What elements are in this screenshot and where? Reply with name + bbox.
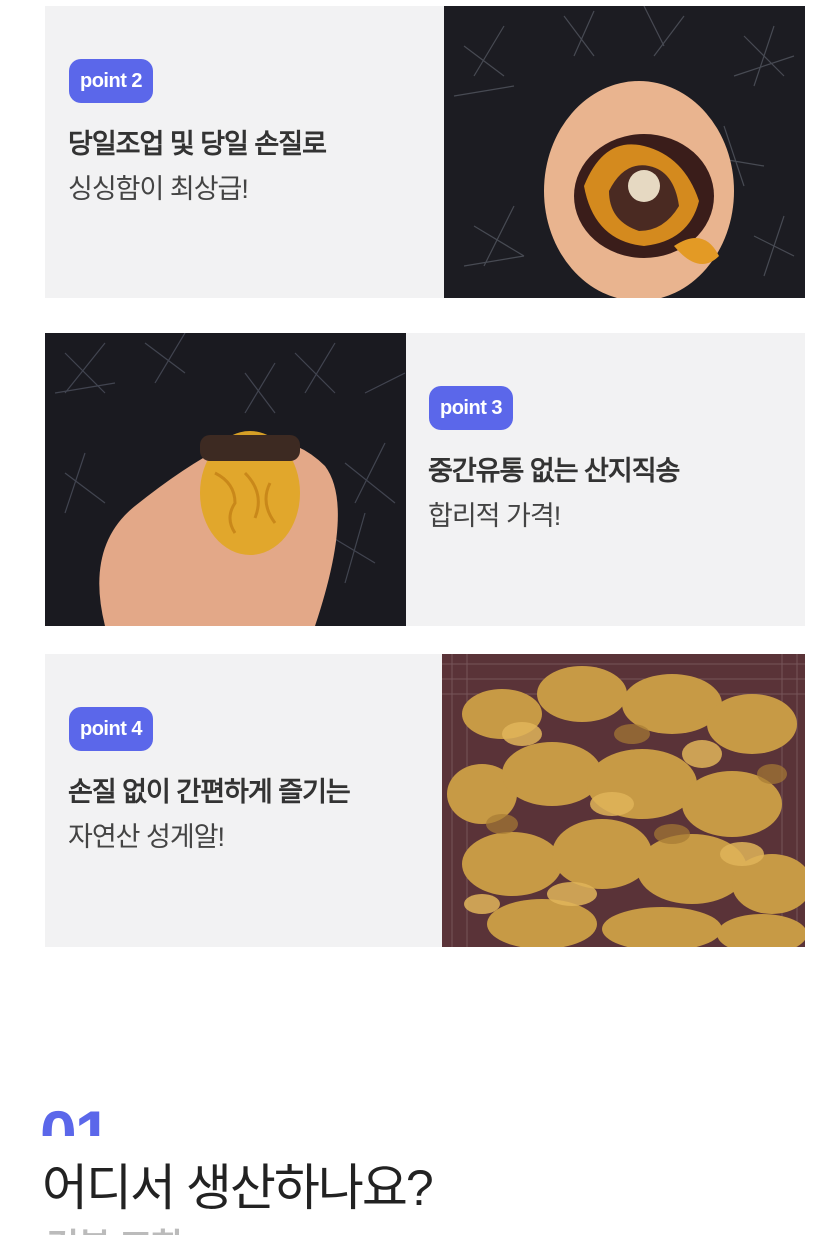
sea-urchin-in-hand-photo (444, 6, 805, 298)
point-description: 합리적 가격! (428, 501, 561, 531)
point-badge: point 4 (69, 707, 154, 751)
sea-urchin-roe-jar-photo (45, 333, 406, 626)
point-description: 싱싱함이 최상급! (68, 174, 249, 204)
section-location: 경북 포항 (46, 1218, 184, 1235)
point-title: 중간유통 없는 산지직송 (428, 456, 680, 486)
point-card-3: point 3 중간유통 없는 산지직송 합리적 가격! (45, 333, 805, 626)
point-card-4: point 4 손질 없이 간편하게 즐기는 자연산 성게알! (45, 654, 805, 947)
point-card-2: point 2 당일조업 및 당일 손질로 싱싱함이 최상급! (45, 6, 805, 298)
point-title: 손질 없이 간편하게 즐기는 (68, 777, 351, 807)
point-badge: point 3 (429, 386, 514, 430)
point-badge: point 2 (69, 59, 154, 103)
sea-urchin-roe-pile-photo (442, 654, 805, 947)
point-title: 당일조업 및 당일 손질로 (68, 129, 327, 159)
section-question: 어디서 생산하나요? (42, 1160, 434, 1216)
point-description: 자연산 성게알! (68, 822, 225, 852)
section-number: 01 (40, 1097, 110, 1136)
